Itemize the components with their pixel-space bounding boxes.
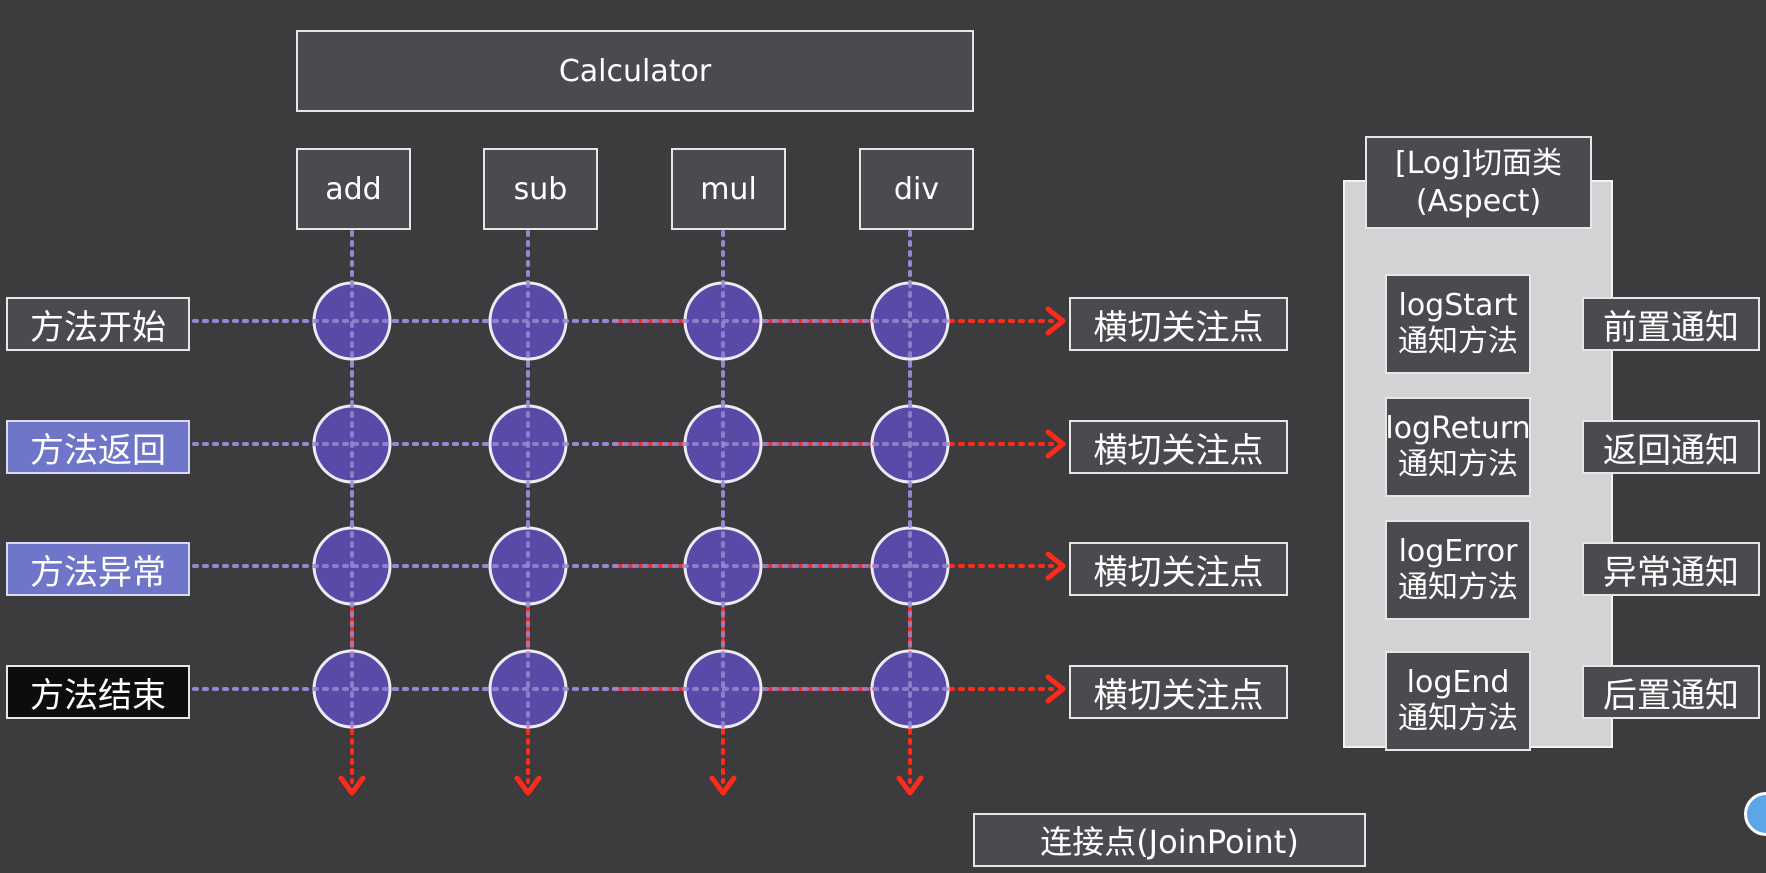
method-add: add — [296, 148, 411, 230]
method-mul: mul — [671, 148, 786, 230]
advice-type-after: 后置通知 — [1582, 665, 1760, 719]
method-sub: sub — [483, 148, 598, 230]
row-method-return: 方法返回 — [6, 420, 190, 474]
advice-type-returning: 返回通知 — [1582, 420, 1760, 474]
crosscut-concern-4: 横切关注点 — [1069, 665, 1288, 719]
class-title: Calculator — [296, 30, 974, 112]
advice-method-logerror: logError 通知方法 — [1385, 520, 1531, 620]
advice-method-name: logError — [1398, 534, 1518, 569]
advice-method-name: logReturn — [1385, 411, 1531, 446]
aspect-title-line2: (Aspect) — [1415, 183, 1542, 219]
aspect-title: [Log]切面类 (Aspect) — [1365, 136, 1592, 229]
crosscut-concern-1: 横切关注点 — [1069, 297, 1288, 351]
row-method-exception: 方法异常 — [6, 542, 190, 596]
row-method-end: 方法结束 — [6, 665, 190, 719]
advice-method-sub: 通知方法 — [1398, 324, 1518, 359]
advice-method-sub: 通知方法 — [1398, 447, 1518, 482]
advice-method-logstart: logStart 通知方法 — [1385, 274, 1531, 374]
advice-method-logend: logEnd 通知方法 — [1385, 651, 1531, 751]
crosscut-concern-3: 横切关注点 — [1069, 542, 1288, 596]
row-method-start: 方法开始 — [6, 297, 190, 351]
aspect-title-line1: [Log]切面类 — [1395, 146, 1562, 181]
crosscut-concern-2: 横切关注点 — [1069, 420, 1288, 474]
advice-type-throwing: 异常通知 — [1582, 542, 1760, 596]
joinpoint-label: 连接点(JoinPoint) — [973, 813, 1366, 867]
advice-method-logreturn: logReturn 通知方法 — [1385, 397, 1531, 497]
advice-method-sub: 通知方法 — [1398, 701, 1518, 736]
advice-method-name: logStart — [1398, 288, 1518, 323]
advice-method-sub: 通知方法 — [1398, 570, 1518, 605]
advice-method-name: logEnd — [1406, 665, 1510, 700]
advice-type-before: 前置通知 — [1582, 297, 1760, 351]
method-div: div — [859, 148, 974, 230]
